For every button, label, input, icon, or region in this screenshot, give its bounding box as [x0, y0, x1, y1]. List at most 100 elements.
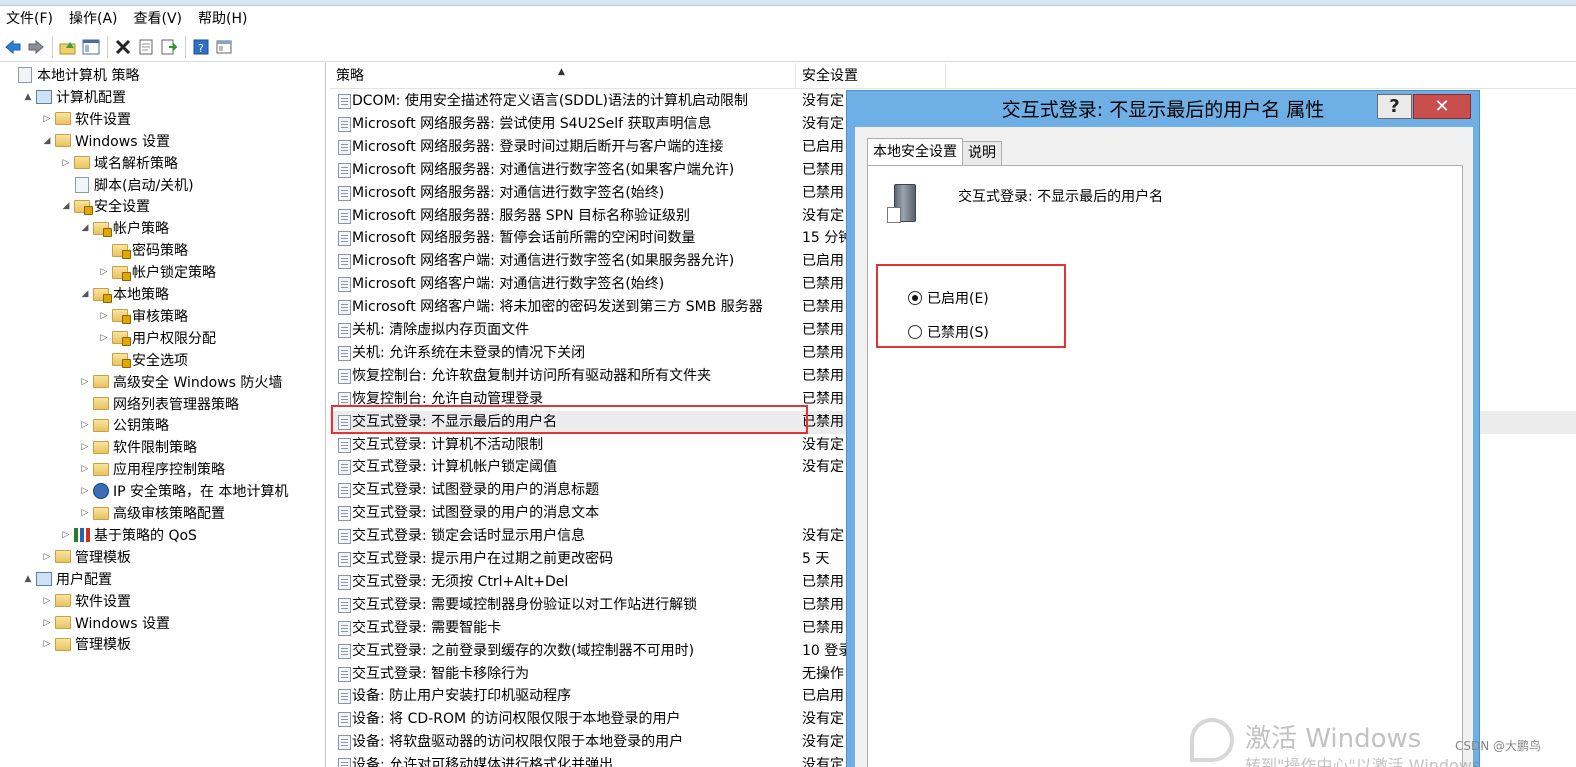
menu-action[interactable]: 操作(A)	[61, 6, 126, 32]
tree-item[interactable]: ▷ 域名解析策略	[59, 152, 178, 174]
expand-toggle-icon[interactable]: ▲	[21, 574, 35, 584]
policy-item-icon	[338, 345, 351, 361]
tree-item[interactable]: ◢ 安全设置	[59, 195, 150, 217]
export-list-icon[interactable]	[158, 36, 180, 58]
tab-local-security-setting[interactable]: 本地安全设置	[867, 138, 963, 165]
dialog-help-button[interactable]: ?	[1377, 94, 1412, 119]
column-header-security-setting[interactable]: 安全设置	[796, 63, 946, 89]
expand-toggle-icon[interactable]: ▷	[78, 508, 92, 518]
policy-setting-value: 已启用	[802, 688, 844, 705]
csdn-credit: CSDN @大鹏鸟	[1455, 739, 1542, 753]
expand-toggle-icon[interactable]: ▷	[78, 464, 92, 474]
expand-toggle-icon[interactable]: ▷	[40, 596, 54, 606]
policy-item-icon	[338, 735, 351, 751]
expand-toggle-icon[interactable]: ▷	[97, 267, 111, 277]
mmc-icon[interactable]	[213, 36, 235, 58]
tree-item-label: 帐户策略	[113, 221, 169, 238]
tree-item[interactable]: ▷ 帐户锁定策略	[97, 261, 216, 283]
tree-item[interactable]: ▷ 软件设置	[40, 108, 131, 130]
tree-item[interactable]: ▷ 用户权限分配	[97, 327, 216, 349]
expand-toggle-icon[interactable]: ▷	[78, 377, 92, 387]
policy-name: Microsoft 网络客户端: 将未加密的密码发送到第三方 SMB 服务器	[352, 299, 763, 316]
tree-item[interactable]: ▲ 计算机配置	[21, 86, 126, 108]
tree-item[interactable]: 本地计算机 策略	[2, 64, 139, 86]
policy-name: DCOM: 使用安全描述符定义语言(SDDL)语法的计算机启动限制	[352, 93, 748, 109]
tree-item[interactable]: ▷ 软件设置	[40, 590, 131, 612]
back-icon[interactable]	[2, 36, 24, 58]
tree-item[interactable]: ◢ 本地策略	[78, 283, 169, 305]
delete-icon[interactable]	[112, 36, 134, 58]
tree-item[interactable]: ▷ 公钥策略	[78, 414, 169, 436]
policy-name: 交互式登录: 提示用户在过期之前更改密码	[352, 551, 614, 567]
tree-item[interactable]: 安全选项	[97, 349, 188, 371]
policy-setting-value: 没有定	[802, 757, 844, 767]
expand-toggle-icon[interactable]: ◢	[40, 136, 54, 146]
tree-item[interactable]: ▷ 软件限制策略	[78, 436, 197, 458]
policy-setting-value: 没有定	[802, 207, 844, 224]
folder-icon	[74, 156, 90, 170]
tree-item[interactable]: ▷ 管理模板	[40, 546, 131, 568]
expand-toggle-icon[interactable]: ▲	[21, 92, 35, 102]
policy-name: Microsoft 网络客户端: 对通信进行数字签名(如果服务器允许)	[352, 253, 735, 270]
svg-text:?: ?	[198, 42, 204, 55]
tree-item[interactable]: ▷ IP 安全策略，在 本地计算机	[78, 480, 288, 502]
expand-toggle-icon[interactable]: ▷	[40, 114, 54, 124]
policy-name: 恢复控制台: 允许软盘复制并访问所有驱动器和所有文件夹	[352, 367, 712, 384]
tree-item[interactable]: ▷ Windows 设置	[40, 612, 170, 634]
tree-item[interactable]: ▷ 高级审核策略配置	[78, 502, 225, 524]
tree-item-label: 软件设置	[75, 593, 131, 610]
policy-item-icon	[338, 666, 351, 682]
tree-item[interactable]: ◢ Windows 设置	[40, 130, 170, 152]
policy-item-icon	[338, 552, 351, 567]
policy-item-icon	[338, 162, 351, 178]
radio-disabled[interactable]: 已禁用(S)	[908, 322, 989, 342]
expand-toggle-icon[interactable]: ▷	[40, 552, 54, 562]
security-folder-icon	[112, 243, 131, 259]
policy-name: 交互式登录: 需要域控制器身份验证以对工作站进行解锁	[352, 596, 698, 613]
help-icon[interactable]: ?	[190, 36, 212, 58]
expand-toggle-icon[interactable]: ▷	[59, 530, 73, 540]
dialog-close-button[interactable]: ✕	[1413, 94, 1471, 119]
policy-setting-value: 已禁用	[802, 184, 844, 201]
expand-toggle-icon[interactable]: ▷	[40, 639, 54, 649]
expand-toggle-icon[interactable]: ▷	[97, 311, 111, 321]
expand-toggle-icon[interactable]: ▷	[78, 420, 92, 430]
tab-explain[interactable]: 说明	[962, 141, 1002, 165]
expand-toggle-icon[interactable]: ▷	[59, 158, 73, 168]
expand-toggle-icon[interactable]: ▷	[78, 486, 92, 496]
properties-icon[interactable]	[135, 36, 157, 58]
tree-item[interactable]: ▲ 用户配置	[21, 568, 112, 590]
server-icon	[887, 184, 916, 223]
tree-item[interactable]: ▷ 基于策略的 QoS	[59, 524, 197, 546]
policy-name: 交互式登录: 试图登录的用户的消息文本	[352, 505, 600, 522]
radio-enabled[interactable]: 已启用(E)	[908, 288, 989, 308]
menu-view[interactable]: 查看(V)	[126, 6, 191, 32]
up-folder-icon[interactable]	[57, 36, 79, 58]
expand-toggle-icon[interactable]: ◢	[78, 223, 92, 233]
tree-item[interactable]: ◢ 帐户策略	[78, 217, 169, 239]
qos-chart-icon	[74, 527, 90, 542]
radio-enabled-circle[interactable]	[908, 291, 922, 305]
tree-item[interactable]: 网络列表管理器策略	[78, 393, 239, 415]
expand-toggle-icon[interactable]: ▷	[97, 333, 111, 343]
security-folder-icon	[112, 265, 131, 281]
tree-item[interactable]: ▷ 管理模板	[40, 633, 131, 655]
radio-disabled-circle[interactable]	[908, 325, 922, 339]
expand-toggle-icon[interactable]: ◢	[59, 201, 73, 211]
tree-item[interactable]: 脚本(启动/关机)	[59, 174, 194, 196]
menu-help[interactable]: 帮助(H)	[190, 6, 255, 32]
forward-icon[interactable]	[25, 36, 47, 58]
tree-item[interactable]: 密码策略	[97, 239, 188, 261]
tree-item[interactable]: ▷ 高级安全 Windows 防火墙	[78, 371, 283, 393]
tree-item[interactable]: ▷ 审核策略	[97, 305, 188, 327]
policy-item-icon	[338, 437, 351, 453]
show-hide-tree-icon[interactable]	[80, 36, 102, 58]
expand-toggle-icon[interactable]: ▷	[40, 618, 54, 628]
expand-toggle-icon[interactable]: ◢	[78, 289, 92, 299]
tree-item[interactable]: ▷ 应用程序控制策略	[78, 458, 225, 480]
policy-name: 设备: 将 CD-ROM 的访问权限仅限于本地登录的用户	[352, 711, 681, 728]
expand-toggle-icon[interactable]: ▷	[78, 442, 92, 452]
menu-file[interactable]: 文件(F)	[0, 6, 61, 32]
folder-icon	[55, 112, 71, 126]
policy-item-icon	[338, 483, 351, 499]
